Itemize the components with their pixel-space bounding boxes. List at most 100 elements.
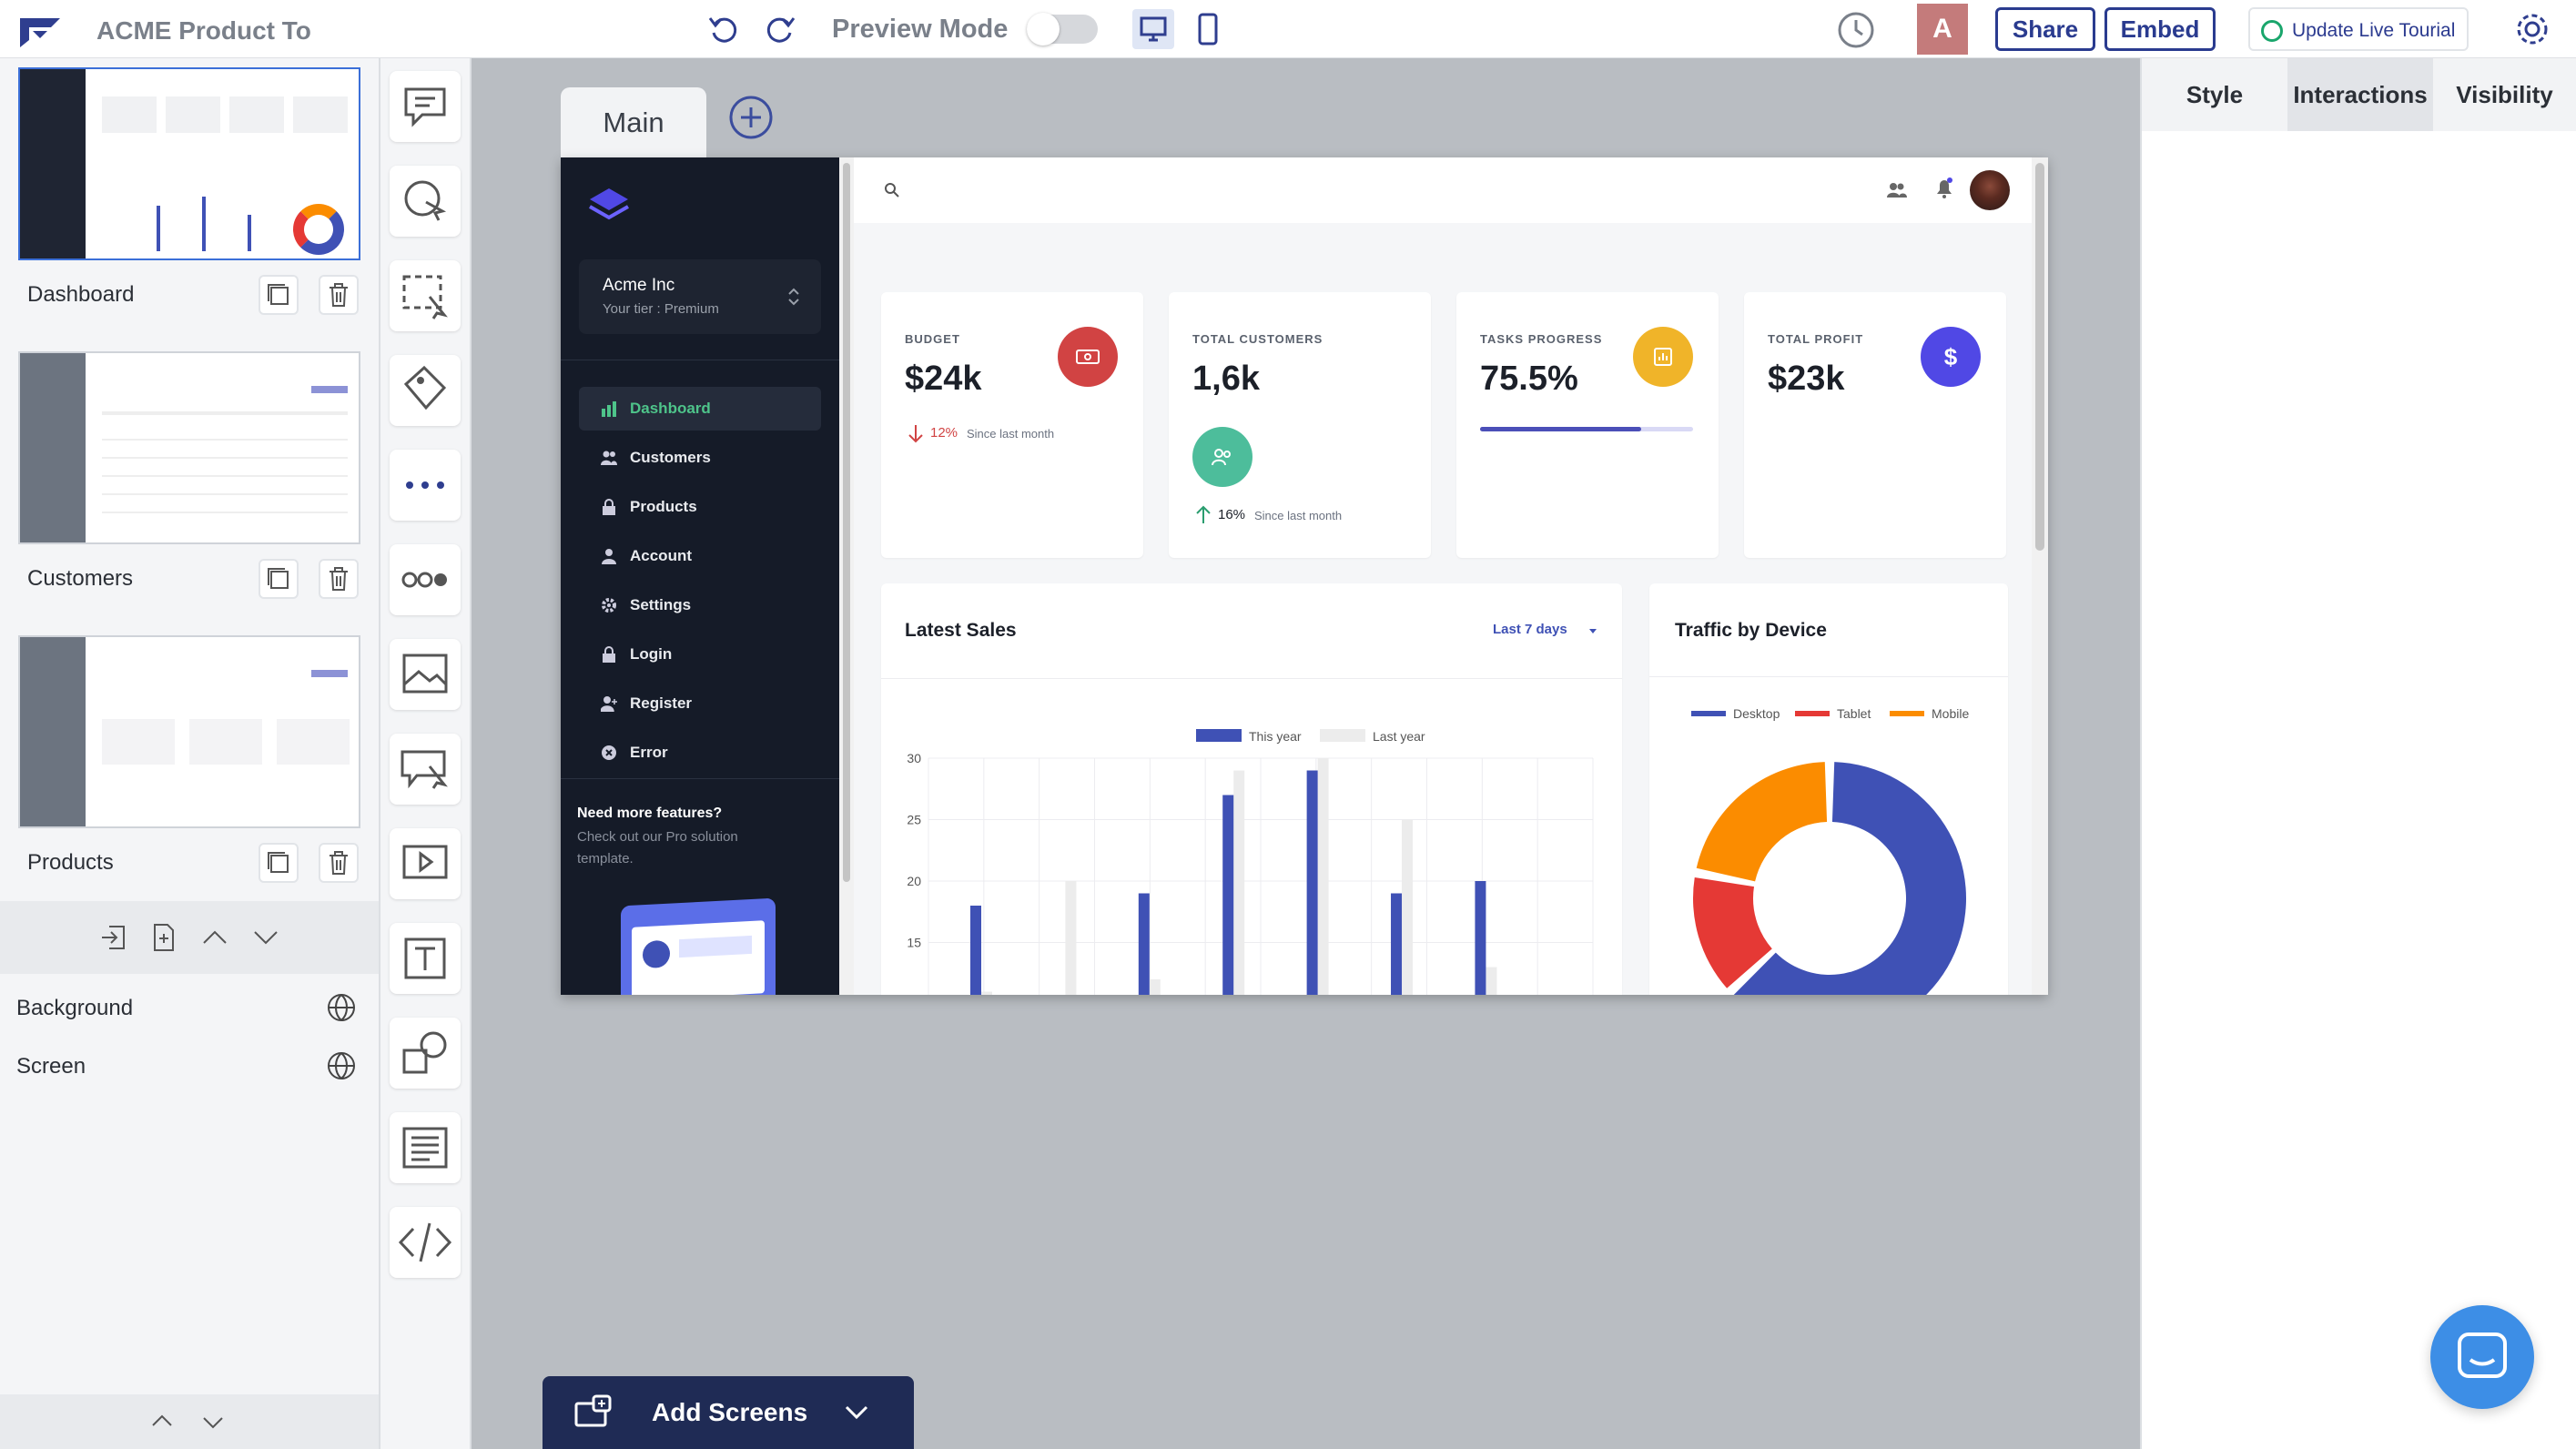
logo-icon[interactable]	[16, 13, 67, 49]
select-area-tool-icon[interactable]	[390, 260, 461, 331]
add-screens-button[interactable]: Add Screens	[543, 1376, 914, 1449]
code-tool-icon[interactable]	[390, 1207, 461, 1278]
budget-delta: 12%	[930, 425, 958, 441]
screen-thumbnail-customers[interactable]	[18, 351, 360, 544]
profit-label: TOTAL PROFIT	[1768, 332, 1864, 346]
latest-sales-title: Latest Sales	[905, 620, 1017, 641]
project-title[interactable]: ACME Product To	[96, 16, 311, 46]
user-avatar[interactable]: A	[1917, 4, 1968, 55]
embed-button[interactable]: Embed	[2104, 7, 2216, 51]
org-tier: Your tier : Premium	[603, 301, 719, 317]
tasks-label: TASKS PROGRESS	[1480, 332, 1603, 346]
screen-label-customers[interactable]: Customers	[27, 566, 133, 592]
sidebar-scrollbar[interactable]	[839, 157, 854, 995]
trash-icon[interactable]	[319, 559, 359, 599]
desktop-view-icon[interactable]	[1132, 9, 1174, 49]
scroll-up-icon[interactable]	[146, 1405, 178, 1438]
move-up-icon[interactable]	[197, 919, 233, 956]
globe-icon[interactable]	[326, 992, 357, 1023]
history-icon[interactable]	[1835, 9, 1877, 51]
nav-login[interactable]: Login	[579, 633, 821, 676]
legend-label: Last year	[1373, 729, 1425, 744]
steps-tool-icon[interactable]	[390, 544, 461, 615]
duplicate-icon[interactable]	[259, 843, 299, 883]
paragraph-tool-icon[interactable]	[390, 1112, 461, 1183]
share-button[interactable]: Share	[1995, 7, 2095, 51]
latest-sales-card: Latest Sales Last 7 days This year Last y…	[881, 583, 1622, 995]
nav-account[interactable]: Account	[579, 534, 821, 578]
contacts-icon[interactable]	[1886, 179, 1908, 201]
globe-icon[interactable]	[326, 1050, 357, 1081]
users-icon	[1192, 427, 1253, 487]
tasks-progress-card[interactable]: TASKS PROGRESS 75.5%	[1456, 292, 1719, 558]
y-tick-label: 25	[907, 813, 921, 827]
nav-register[interactable]: Register	[579, 682, 821, 725]
move-down-icon[interactable]	[248, 919, 284, 956]
dashboard-preview[interactable]: Acme Inc Your tier : Premium Dashboard C…	[561, 157, 2048, 995]
new-page-icon[interactable]	[146, 919, 182, 956]
total-profit-card[interactable]: TOTAL PROFIT $23k $	[1744, 292, 2006, 558]
content-scrollbar[interactable]	[2032, 157, 2048, 995]
budget-since: Since last month	[967, 427, 1055, 441]
add-screen-icon	[573, 1394, 614, 1431]
import-icon[interactable]	[95, 919, 131, 956]
duplicate-icon[interactable]	[259, 275, 299, 315]
legend-label: Desktop	[1733, 706, 1780, 721]
nav-dashboard[interactable]: Dashboard	[579, 387, 821, 431]
tab-style[interactable]: Style	[2142, 58, 2287, 131]
y-tick-label: 30	[907, 751, 921, 765]
add-tab-icon[interactable]	[726, 93, 776, 142]
screen-label-dashboard[interactable]: Dashboard	[27, 282, 134, 308]
video-tool-icon[interactable]	[390, 828, 461, 899]
top-bar: ACME Product To Preview Mode A Share Emb…	[0, 0, 2576, 58]
comment-tool-icon[interactable]	[390, 71, 461, 142]
bar-this-year	[970, 906, 981, 995]
panel-scroll-bar	[0, 1394, 379, 1449]
arrow-up-icon	[1194, 505, 1212, 525]
customers-label: TOTAL CUSTOMERS	[1192, 332, 1323, 346]
nav-settings[interactable]: Settings	[579, 583, 821, 627]
hotspot-tool-icon[interactable]	[390, 166, 461, 237]
org-switcher[interactable]: Acme Inc Your tier : Premium	[579, 259, 821, 334]
settings-gear-icon[interactable]	[2512, 9, 2552, 49]
trash-icon[interactable]	[319, 843, 359, 883]
nav-products[interactable]: Products	[579, 485, 821, 529]
screen-row[interactable]: Screen	[16, 1047, 362, 1087]
screen-thumbnail-dashboard[interactable]	[18, 67, 360, 260]
range-dropdown[interactable]: Last 7 days	[1493, 622, 1602, 643]
mobile-view-icon[interactable]	[1194, 9, 1222, 49]
legend-label: Tablet	[1837, 706, 1871, 721]
scroll-down-icon[interactable]	[197, 1405, 229, 1438]
profile-avatar[interactable]	[1970, 170, 2010, 210]
chat-launcher-button[interactable]	[2430, 1305, 2534, 1409]
tooltip-tool-icon[interactable]	[390, 734, 461, 805]
duplicate-icon[interactable]	[259, 559, 299, 599]
bell-icon[interactable]	[1933, 176, 1955, 201]
bar-this-year	[1138, 893, 1150, 995]
budget-card[interactable]: BUDGET $24k 12% Since last month	[881, 292, 1143, 558]
undo-icon[interactable]	[705, 11, 741, 47]
trash-icon[interactable]	[319, 275, 359, 315]
nav-customers[interactable]: Customers	[579, 436, 821, 480]
nav-error[interactable]: Error	[579, 731, 821, 775]
update-live-tourial-button[interactable]: Update Live Tourial	[2248, 7, 2469, 51]
tab-interactions[interactable]: Interactions	[2287, 58, 2433, 131]
background-row[interactable]: Background	[16, 988, 362, 1028]
search-icon[interactable]	[883, 181, 901, 199]
text-tool-icon[interactable]	[390, 923, 461, 994]
tools-column	[380, 58, 472, 1449]
bar-last-year	[1065, 881, 1077, 995]
tag-tool-icon[interactable]	[390, 355, 461, 426]
image-tool-icon[interactable]	[390, 639, 461, 710]
screen-label-products[interactable]: Products	[27, 850, 114, 876]
tab-visibility[interactable]: Visibility	[2433, 58, 2576, 131]
more-tools-icon[interactable]	[390, 450, 461, 521]
bar-last-year	[1402, 819, 1414, 995]
redo-icon[interactable]	[763, 11, 799, 47]
chart-icon	[1633, 327, 1693, 387]
tab-main[interactable]: Main	[561, 87, 706, 158]
screen-thumbnail-products[interactable]	[18, 635, 360, 828]
total-customers-card[interactable]: TOTAL CUSTOMERS 1,6k 16% Since last mont…	[1169, 292, 1431, 558]
preview-mode-toggle[interactable]	[1027, 13, 1098, 46]
shapes-tool-icon[interactable]	[390, 1018, 461, 1089]
